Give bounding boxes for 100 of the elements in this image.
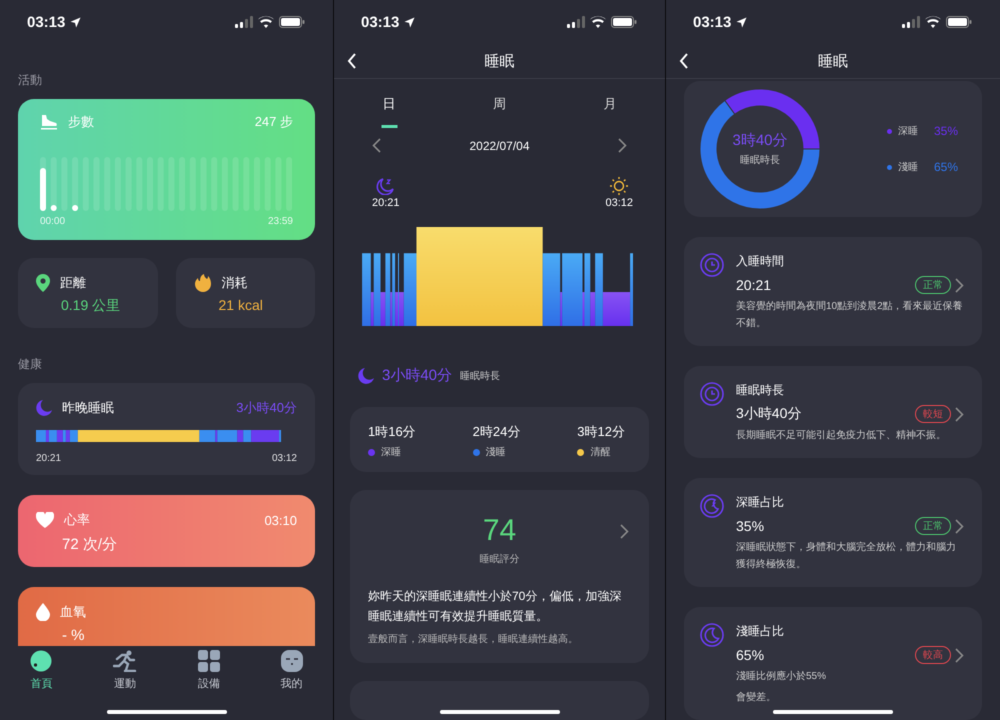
location-arrow-icon	[404, 16, 416, 28]
tab-bar-item[interactable]: 設備	[188, 650, 230, 720]
sleep-duration: 3小時40分	[236, 399, 297, 417]
chevron-right-icon[interactable]	[620, 524, 629, 539]
measure-time: 03:10	[264, 512, 297, 528]
detail-value: 35%	[736, 518, 766, 534]
legend-label: 深睡	[898, 124, 918, 138]
detail-description: 長期睡眠不足可能引起免疫力低下、精神不振。	[736, 428, 947, 443]
total-sleep-value: 3小時40分	[382, 366, 452, 386]
tab-bar-item[interactable]: 運動	[103, 650, 148, 720]
face-icon	[280, 650, 303, 672]
wifi-icon	[590, 16, 606, 28]
stat-card[interactable]: 消耗 21 kcal	[176, 258, 315, 328]
period-tab[interactable]: 月	[591, 95, 628, 128]
score-label: 睡眠評分	[480, 552, 520, 566]
clock-icon	[700, 382, 724, 406]
stage-duration: 1時16分	[368, 423, 416, 442]
back-icon[interactable]	[347, 53, 357, 69]
status-badge: 正常	[915, 517, 951, 535]
status-badge: 較高	[915, 646, 951, 664]
detail-value: 20:21	[736, 277, 772, 293]
stat-value: 0.19 公里	[61, 297, 122, 315]
sleep-card[interactable]: 昨晚睡眠 3小時40分 20:21 03:12	[18, 383, 315, 475]
detail-description: 會變差。	[736, 690, 777, 705]
sun-icon	[609, 177, 630, 195]
end-time: 03:12	[272, 453, 297, 464]
score-card[interactable]: 74 睡眠評分 妳昨天的深睡眠連續性小於70分，偏低，加強深睡眠連續性可有效提升睡眠質量。 壹般而言，深睡眠時長越長，睡眠連續性越高。	[350, 490, 649, 664]
detail-value: 65%	[736, 647, 766, 663]
tab-bar-item[interactable]: 我的	[270, 650, 313, 720]
axis-end-label: 23:59	[268, 216, 293, 227]
detail-card[interactable]: 睡眠時長 3小時40分 較短 長期睡眠不足可能引起免疫力低下、精神不振。	[684, 366, 982, 458]
score-description: 妳昨天的深睡眠連續性小於70分，偏低，加強深睡眠連續性可有效提升睡眠質量。	[368, 588, 622, 625]
stat-label: 距離	[60, 274, 86, 292]
home-icon	[30, 650, 52, 672]
shoe-icon	[40, 114, 58, 130]
grid-icon	[198, 650, 220, 672]
status-time: 03:13	[27, 14, 66, 30]
section-label: 健康	[18, 356, 43, 373]
running-figure-icon	[113, 650, 138, 672]
chevron-right-icon[interactable]	[955, 278, 964, 292]
chevron-left-icon[interactable]	[372, 138, 381, 153]
status-time: 03:13	[693, 14, 732, 30]
detail-card[interactable]: 入睡時間 20:21 正常 美容覺的時間為夜間10點到淩晨2點，看來最近保養不錯。	[684, 237, 982, 346]
detail-title: 深睡占比	[736, 494, 785, 511]
section-label: 活動	[18, 72, 43, 89]
chevron-right-icon[interactable]	[955, 406, 964, 422]
chevron-right-icon[interactable]	[955, 518, 964, 534]
clock-icon	[700, 253, 724, 277]
stage-label: 深睡	[381, 446, 401, 460]
battery-icon	[611, 16, 637, 28]
flame-icon	[194, 274, 212, 292]
status-time: 03:13	[361, 14, 400, 30]
heart-icon	[36, 512, 54, 528]
stage-label: 清醒	[590, 446, 610, 460]
donut-center-label: 睡眠時長	[740, 154, 780, 167]
card-title: 血氧	[60, 603, 86, 621]
legend-value: 35%	[934, 124, 958, 138]
screen-title: 睡眠	[818, 52, 848, 70]
location-arrow-icon	[70, 16, 82, 28]
donut-center-value: 3時40分	[732, 131, 788, 150]
period-tab[interactable]: 日	[370, 95, 408, 128]
status-badge: 較短	[915, 405, 951, 423]
sleep-score: 74	[482, 514, 516, 548]
signal-icon	[902, 16, 920, 28]
card-title: 昨晚睡眠	[62, 399, 114, 417]
wake-time: 03:12	[605, 197, 633, 209]
period-tab[interactable]: 周	[480, 95, 518, 128]
battery-icon	[279, 16, 305, 28]
detail-description: 淺睡比例應小於55%	[736, 670, 828, 684]
date-label: 2022/07/04	[469, 138, 530, 152]
vital-value: 72 次/分	[62, 535, 118, 554]
tab-bar-item[interactable]: 首頁	[20, 650, 62, 720]
chevron-right-icon[interactable]	[618, 138, 627, 153]
stage-duration: 2時24分	[472, 423, 520, 442]
moon-icon	[36, 400, 52, 416]
legend-label: 淺睡	[898, 160, 918, 174]
stage-label: 淺睡	[486, 446, 506, 460]
stat-card[interactable]: 距離 0.19 公里	[18, 258, 158, 328]
stat-label: 消耗	[222, 274, 248, 292]
status-badge: 正常	[915, 276, 951, 294]
chevron-right-icon[interactable]	[955, 648, 964, 662]
detail-description: 美容覺的時間為夜間10點到淩晨2點，看來最近保養不錯。	[736, 300, 964, 331]
detail-card[interactable]: 淺睡占比 65% 較高 淺睡比例應小於55% 會變差。	[684, 607, 982, 720]
wifi-icon	[925, 16, 941, 28]
moon-icon	[358, 368, 374, 384]
location-arrow-icon	[736, 16, 748, 28]
signal-icon	[567, 16, 585, 28]
back-icon[interactable]	[679, 53, 689, 69]
stat-value: 21 kcal	[218, 297, 264, 313]
detail-title: 睡眠時長	[736, 382, 785, 399]
detail-title: 入睡時間	[736, 253, 785, 270]
signal-icon	[235, 16, 253, 28]
moon-icon	[700, 623, 724, 647]
detail-card[interactable]: 深睡占比 35% 正常 深睡眠狀態下，身體和大腦完全放松，體力和腦力獲得終極恢復。	[684, 478, 982, 587]
detail-description: 深睡眠狀態下，身體和大腦完全放松，體力和腦力獲得終極恢復。	[736, 540, 957, 572]
start-time: 20:21	[36, 453, 62, 464]
vital-value: - %	[62, 627, 86, 644]
step-count: 247 步	[254, 113, 293, 131]
detail-title: 淺睡占比	[736, 623, 785, 640]
total-sleep-label: 睡眠時長	[460, 370, 500, 383]
